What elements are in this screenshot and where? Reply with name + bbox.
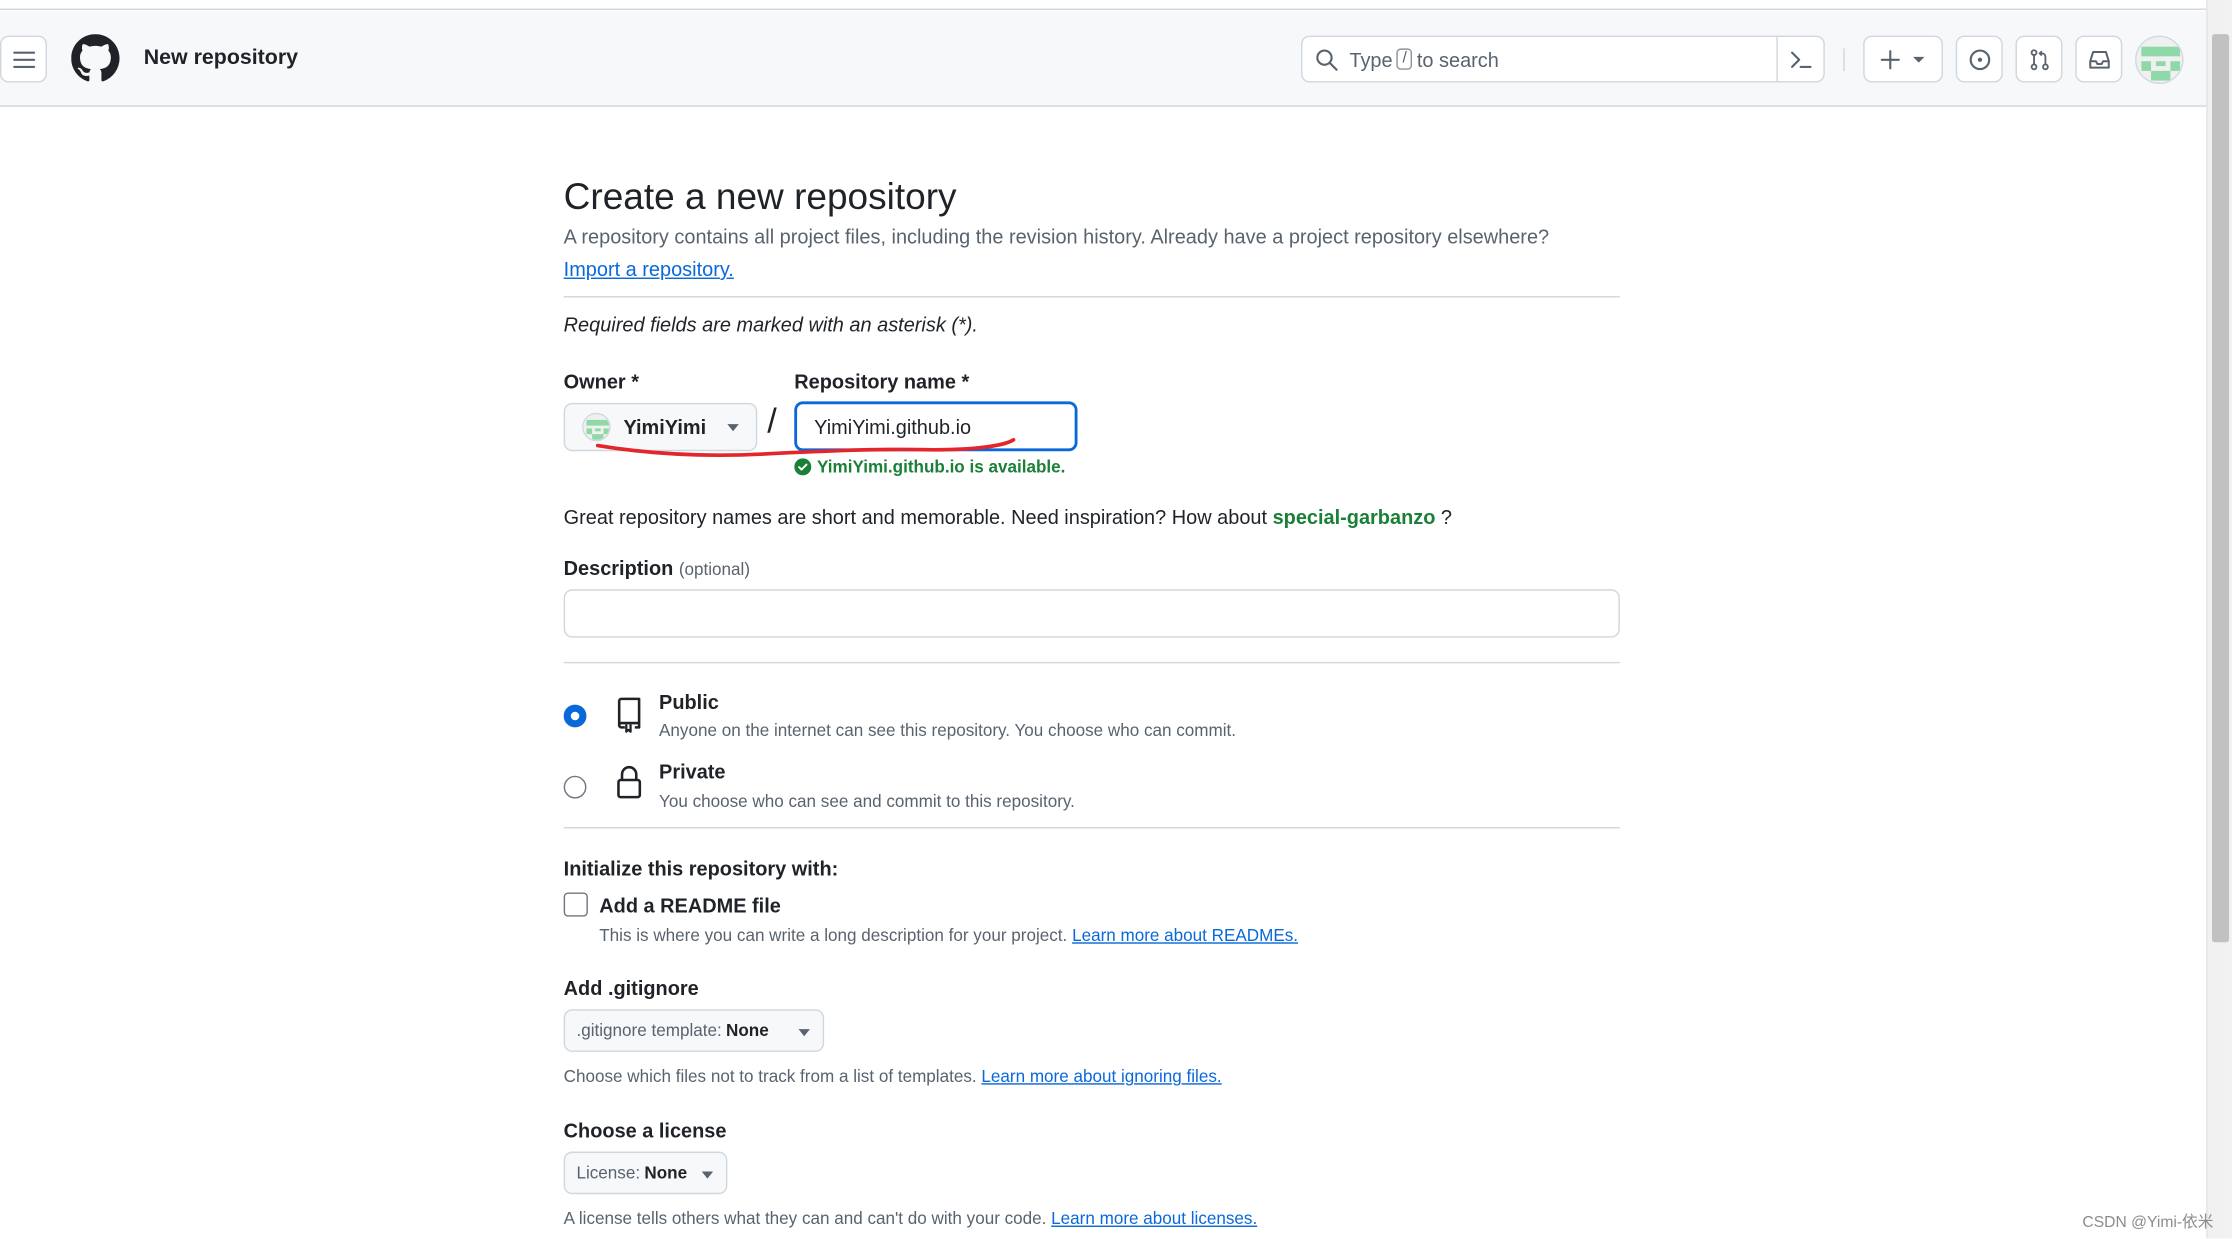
page-title: Create a new repository [563,175,957,218]
pull-requests-button[interactable] [2015,35,2063,83]
page-context-title: New repository [143,45,299,70]
search-placeholder-suffix: to search [1416,47,1499,71]
visibility-private-title: Private [659,760,726,783]
page: New repository Type / to search Create a… [0,0,2232,1239]
visibility-public-radio[interactable] [563,704,587,728]
required-fields-note: Required fields are marked with an aster… [563,313,978,336]
search-placeholder-prefix: Type [1349,47,1393,71]
divider [563,661,1620,664]
global-header: New repository Type / to search [0,11,2207,107]
divider [563,826,1620,829]
vertical-scrollbar[interactable] [2206,0,2232,1239]
license-note: A license tells others what they can and… [564,1208,1258,1228]
repo-name-label: Repository name * [794,370,970,393]
import-link-text[interactable]: Import a repository. [564,258,734,281]
command-palette-button[interactable] [1776,37,1823,82]
description-label-text: Description [563,556,674,580]
readme-description: This is where you can write a long descr… [599,925,1298,945]
add-readme-label[interactable]: Add a README file [599,894,781,917]
gitignore-select-value: None [726,1020,769,1041]
license-select-prefix: License: [576,1162,641,1183]
gitignore-select-prefix: .gitignore template: [576,1020,722,1041]
repository-name-input[interactable] [794,401,1078,452]
scrollbar-thumb[interactable] [2211,34,2230,943]
readme-learn-more-link[interactable]: Learn more about READMEs. [1072,925,1298,945]
watermark: CSDN @Yimi-依米 [2082,1214,2214,1232]
menu-button[interactable] [0,35,47,83]
github-logo-icon[interactable] [71,34,120,82]
triangle-down-icon [798,1029,810,1037]
triangle-down-icon [1913,56,1925,62]
description-optional-tag: (optional) [678,559,751,580]
search-icon [1316,48,1338,71]
visibility-private-radio[interactable] [563,775,587,799]
license-select-value: None [644,1162,688,1183]
visibility-public-desc: Anyone on the internet can see this repo… [659,720,1237,741]
gitignore-template-select[interactable]: .gitignore template: None [563,1009,825,1052]
owner-name: YimiYimi [623,415,707,439]
gitignore-note-text: Choose which files not to track from a l… [563,1066,977,1087]
gitignore-learn-more-link[interactable]: Learn more about ignoring files. [981,1066,1221,1086]
gitignore-note: Choose which files not to track from a l… [564,1066,1222,1086]
owner-repo-separator: / [767,402,777,442]
description-label: Description (optional) [564,557,750,580]
user-avatar[interactable] [2135,35,2184,84]
license-note-text: A license tells others what they can and… [563,1208,1047,1229]
repo-icon [617,697,641,733]
create-new-button[interactable] [1863,35,1943,83]
owner-label: Owner * [563,370,639,393]
suggestion-end: ? [1440,505,1453,529]
readme-desc-text: This is where you can write a long descr… [599,925,1068,946]
availability-text: YimiYimi.github.io is available. [817,456,1066,477]
triangle-down-icon [701,1171,714,1179]
inbox-icon [2088,50,2110,68]
identicon-icon [583,414,610,440]
hamburger-icon [12,50,35,68]
notifications-button[interactable] [2075,35,2123,83]
owner-dropdown[interactable]: YimiYimi [563,402,758,452]
visibility-private-desc: You choose who can see and commit to thi… [659,791,1075,812]
issues-button[interactable] [1955,35,2003,83]
check-circle-fill-icon [794,458,812,476]
identicon-icon [2136,37,2183,83]
gitignore-title: Add .gitignore [563,976,699,1000]
add-readme-checkbox[interactable] [563,892,588,917]
license-select[interactable]: License: None [563,1151,728,1195]
description-input[interactable] [563,589,1620,638]
issue-opened-icon [1968,48,1990,70]
availability-message: YimiYimi.github.io is available. [794,457,1065,477]
license-title: Choose a license [563,1118,727,1142]
search-shortcut-key: / [1396,48,1413,70]
init-section-title: Initialize this repository with: [563,856,839,880]
git-pull-request-icon [2029,48,2049,70]
page-subtitle: A repository contains all project files,… [563,224,1550,248]
header-divider [1843,48,1845,72]
suggested-name[interactable]: special-garbanzo [1273,505,1436,528]
triangle-down-icon [727,424,739,432]
divider [563,296,1620,298]
search-placeholder: Type / to search [1349,48,1498,71]
plus-icon [1880,49,1900,69]
owner-avatar [582,412,611,442]
license-learn-more-link[interactable]: Learn more about licenses. [1051,1208,1257,1228]
search-input[interactable]: Type / to search [1300,35,1825,83]
name-suggestion: Great repository names are short and mem… [564,505,1452,528]
visibility-public-title: Public [659,690,719,714]
terminal-icon [1790,50,1812,68]
top-edge [0,0,2207,10]
lock-icon [617,766,642,799]
import-repository-link[interactable]: Import a repository. [564,258,734,281]
suggestion-text: Great repository names are short and mem… [563,505,1268,529]
